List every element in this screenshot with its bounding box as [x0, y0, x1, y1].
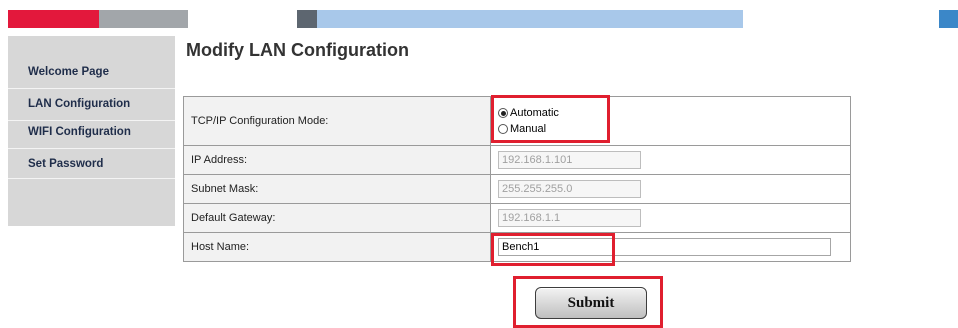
host-name-field[interactable]	[498, 238, 831, 256]
sidebar-nav: Welcome Page LAN Configuration WIFI Conf…	[8, 36, 175, 226]
default-gateway-cell	[490, 203, 851, 233]
submit-button[interactable]: Submit	[535, 287, 647, 319]
subnet-mask-cell	[490, 174, 851, 204]
sidebar-divider	[8, 148, 175, 149]
radio-option-manual[interactable]: Manual	[498, 121, 843, 137]
mode-label: TCP/IP Configuration Mode:	[183, 96, 491, 146]
banner-gray-strip	[99, 10, 188, 28]
table-row-gateway: Default Gateway:	[183, 203, 851, 233]
sidebar-item-set-password[interactable]: Set Password	[28, 158, 103, 170]
sidebar-item-welcome-page[interactable]: Welcome Page	[28, 66, 109, 78]
radio-manual[interactable]	[498, 124, 508, 134]
table-row-mode: TCP/IP Configuration Mode: Automatic Man…	[183, 96, 851, 146]
ip-address-cell	[490, 145, 851, 175]
table-row-ip: IP Address:	[183, 145, 851, 175]
sidebar-item-lan-configuration[interactable]: LAN Configuration	[28, 98, 130, 110]
table-row-host: Host Name:	[183, 232, 851, 262]
sidebar-item-wifi-configuration[interactable]: WIFI Configuration	[28, 126, 131, 138]
table-row-subnet: Subnet Mask:	[183, 174, 851, 204]
banner-dark-strip	[297, 10, 317, 28]
radio-selected-dot	[500, 110, 506, 116]
ip-address-label: IP Address:	[183, 145, 491, 175]
lan-config-table: TCP/IP Configuration Mode: Automatic Man…	[183, 96, 851, 262]
banner-red-strip	[8, 10, 99, 28]
radio-option-automatic[interactable]: Automatic	[498, 105, 843, 121]
default-gateway-field[interactable]	[498, 209, 641, 227]
banner-lightblue-strip	[317, 10, 743, 28]
page-title: Modify LAN Configuration	[186, 40, 409, 60]
default-gateway-label: Default Gateway:	[183, 203, 491, 233]
mode-options: Automatic Manual	[490, 96, 851, 146]
sidebar-divider	[8, 178, 175, 179]
banner-blue-strip	[939, 10, 958, 28]
sidebar-divider	[8, 88, 175, 89]
host-name-cell	[490, 232, 851, 262]
ip-address-field[interactable]	[498, 151, 641, 169]
sidebar-divider	[8, 120, 175, 121]
radio-manual-label: Manual	[510, 123, 547, 135]
radio-automatic-label: Automatic	[510, 107, 559, 119]
radio-automatic[interactable]	[498, 108, 508, 118]
subnet-mask-label: Subnet Mask:	[183, 174, 491, 204]
subnet-mask-field[interactable]	[498, 180, 641, 198]
host-name-label: Host Name:	[183, 232, 491, 262]
